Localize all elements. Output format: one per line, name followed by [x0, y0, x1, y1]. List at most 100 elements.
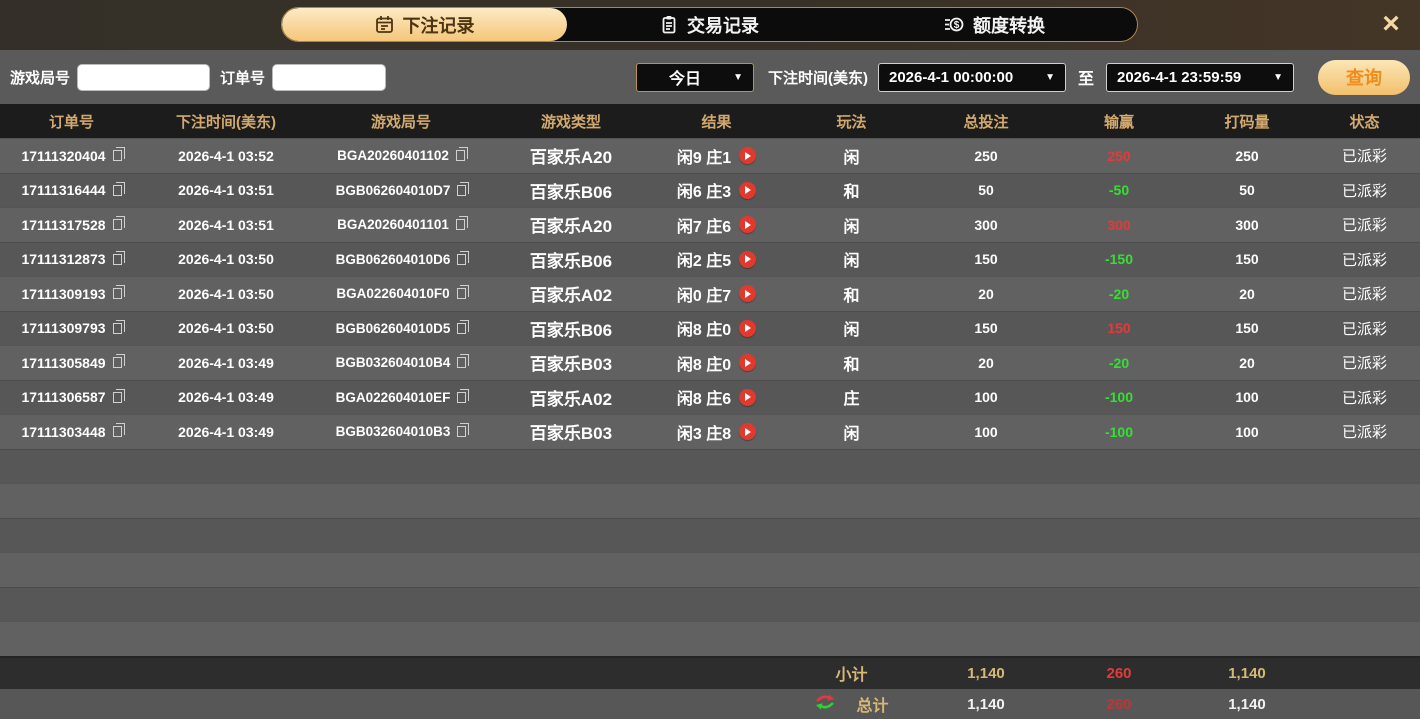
bet-time: 2026-4-1 03:49: [143, 381, 309, 415]
table-row: 17111316444 2026-4-1 03:51 BGB062604010D…: [0, 173, 1420, 208]
copy-icon[interactable]: [457, 185, 466, 196]
play-icon[interactable]: [739, 251, 756, 268]
round-input[interactable]: [77, 64, 210, 91]
copy-icon[interactable]: [113, 357, 122, 368]
empty-row: [0, 449, 1420, 484]
date-from-select[interactable]: 2026-4-1 00:00:00 ▼: [878, 63, 1066, 92]
copy-icon[interactable]: [456, 150, 465, 161]
play-type: 闲: [784, 312, 919, 346]
header-result: 结果: [649, 104, 784, 138]
play-icon[interactable]: [739, 389, 756, 406]
coins-icon: $: [944, 15, 964, 34]
copy-icon[interactable]: [113, 254, 122, 265]
header-bet-time: 下注时间(美东): [143, 104, 309, 138]
order-id: 17111306587: [21, 389, 105, 405]
play-icon[interactable]: [739, 147, 756, 164]
filter-bar: 游戏局号 订单号 今日 ▼ 下注时间(美东) 2026-4-1 00:00:00…: [0, 50, 1420, 104]
round-id: BGB062604010D6: [336, 252, 451, 267]
date-to-select[interactable]: 2026-4-1 23:59:59 ▼: [1106, 63, 1294, 92]
result-text: 闲6 庄3: [677, 178, 731, 202]
play-icon[interactable]: [739, 354, 756, 371]
total-bet: 50: [919, 174, 1053, 208]
header-order-id: 订单号: [0, 104, 143, 138]
bet-time: 2026-4-1 03:50: [143, 277, 309, 311]
header-round-id: 游戏局号: [309, 104, 493, 138]
copy-icon[interactable]: [113, 288, 122, 299]
copy-icon[interactable]: [113, 219, 122, 230]
tab-bet-records[interactable]: 下注记录: [282, 8, 567, 41]
play-icon[interactable]: [739, 320, 756, 337]
table-body: 17111320404 2026-4-1 03:52 BGA2026040110…: [0, 138, 1420, 656]
subtotal-label: 小计: [784, 658, 919, 690]
quick-range-select[interactable]: 今日 ▼: [636, 63, 754, 92]
tab-label: 额度转换: [973, 12, 1045, 38]
table-row: 17111312873 2026-4-1 03:50 BGB062604010D…: [0, 242, 1420, 277]
round-id: BGB062604010D7: [336, 183, 451, 198]
tab-label: 下注记录: [403, 12, 475, 38]
tab-transaction-records[interactable]: 交易记录: [567, 8, 852, 41]
play-icon[interactable]: [739, 182, 756, 199]
turnover: 20: [1185, 346, 1309, 380]
chevron-down-icon: ▼: [1273, 72, 1283, 83]
round-id: BGB032604010B4: [336, 355, 451, 370]
copy-icon[interactable]: [113, 426, 122, 437]
header-play: 玩法: [784, 104, 919, 138]
copy-icon[interactable]: [457, 323, 466, 334]
subtotal-bet: 1,140: [919, 658, 1053, 690]
status-badge: 已派彩: [1309, 346, 1420, 380]
play-icon[interactable]: [739, 285, 756, 302]
copy-icon[interactable]: [113, 185, 122, 196]
play-icon[interactable]: [739, 423, 756, 440]
copy-icon[interactable]: [457, 357, 466, 368]
result-text: 闲9 庄1: [677, 144, 731, 168]
result-text: 闲8 庄0: [677, 316, 731, 340]
game-type: 百家乐A20: [493, 208, 649, 242]
result-text: 闲3 庄8: [677, 420, 731, 444]
copy-icon[interactable]: [113, 392, 122, 403]
order-input[interactable]: [272, 64, 386, 91]
turnover: 20: [1185, 277, 1309, 311]
winloss-cell: -20: [1053, 277, 1185, 311]
empty-row: [0, 621, 1420, 656]
close-icon[interactable]: ×: [1374, 8, 1408, 42]
copy-icon[interactable]: [457, 392, 466, 403]
refresh-swap-icon[interactable]: [814, 692, 836, 717]
turnover: 150: [1185, 243, 1309, 277]
search-button[interactable]: 查询: [1318, 60, 1410, 95]
total-bet: 100: [919, 381, 1053, 415]
round-id: BGA022604010EF: [336, 390, 451, 405]
table-row: 17111306587 2026-4-1 03:49 BGA022604010E…: [0, 380, 1420, 415]
play-icon[interactable]: [739, 216, 756, 233]
order-id: 17111309193: [21, 286, 105, 302]
empty-row: [0, 552, 1420, 587]
game-type: 百家乐B06: [493, 174, 649, 208]
svg-text:$: $: [954, 20, 960, 31]
turnover: 100: [1185, 381, 1309, 415]
status-badge: 已派彩: [1309, 381, 1420, 415]
play-type: 庄: [784, 381, 919, 415]
round-input-label: 游戏局号: [10, 67, 70, 88]
copy-icon[interactable]: [457, 288, 466, 299]
tab-quota-transfer[interactable]: $ 额度转换: [852, 8, 1137, 41]
round-id: BGB032604010B3: [336, 424, 451, 439]
copy-icon[interactable]: [113, 323, 122, 334]
total-winloss: 260: [1053, 689, 1185, 719]
total-bet: 150: [919, 312, 1053, 346]
copy-icon[interactable]: [457, 426, 466, 437]
copy-icon[interactable]: [456, 219, 465, 230]
table-row: 17111317528 2026-4-1 03:51 BGA2026040110…: [0, 207, 1420, 242]
play-type: 闲: [784, 208, 919, 242]
status-badge: 已派彩: [1309, 415, 1420, 449]
game-type: 百家乐B03: [493, 346, 649, 380]
tab-label: 交易记录: [687, 12, 759, 38]
game-type: 百家乐B03: [493, 415, 649, 449]
turnover: 150: [1185, 312, 1309, 346]
table-row: 17111303448 2026-4-1 03:49 BGB032604010B…: [0, 414, 1420, 449]
result-text: 闲7 庄6: [677, 213, 731, 237]
round-id: BGB062604010D5: [336, 321, 451, 336]
table-row: 17111320404 2026-4-1 03:52 BGA2026040110…: [0, 138, 1420, 173]
calendar-icon: [375, 15, 394, 34]
round-id: BGA20260401102: [337, 148, 449, 163]
copy-icon[interactable]: [457, 254, 466, 265]
copy-icon[interactable]: [113, 150, 122, 161]
